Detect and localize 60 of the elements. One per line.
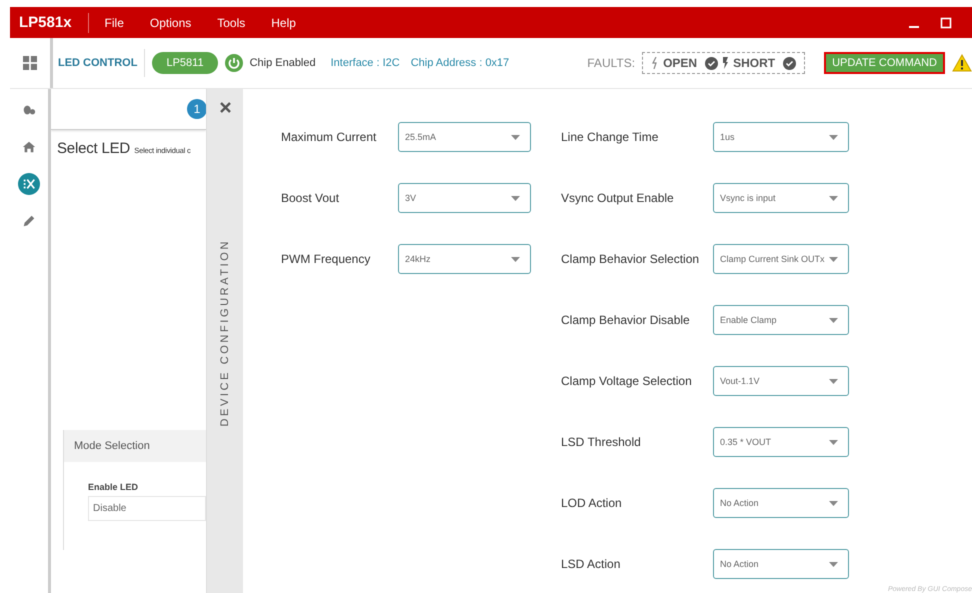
chip-status: Chip Enabled — [250, 57, 316, 69]
setting-label: Clamp Behavior Selection — [561, 252, 700, 266]
setting-dropdown[interactable]: Clamp Current Sink OUTx — [713, 244, 849, 274]
caret-icon — [829, 440, 838, 444]
fault-label: OPEN — [663, 56, 698, 70]
address-label: Chip Address : 0x17 — [410, 57, 510, 69]
setting-dropdown[interactable]: 24kHz — [398, 244, 531, 274]
setting-label: Clamp Behavior Disable — [561, 313, 691, 327]
setting-dropdown[interactable]: Vsync is input — [713, 183, 849, 213]
field-label: Enable LED — [88, 482, 140, 492]
check-icon — [783, 56, 796, 70]
bolt-icon — [722, 57, 730, 69]
interface-label: Interface : I2C — [330, 57, 400, 69]
caret-icon — [511, 134, 520, 140]
setting-label: LSD Action — [561, 557, 622, 571]
update-command-button[interactable]: UPDATE COMMAND — [824, 52, 945, 74]
setting-dropdown[interactable]: No Action — [713, 488, 849, 518]
menu-item[interactable]: Help — [271, 16, 296, 30]
section-title: LED CONTROL — [58, 57, 138, 69]
lightning-icon — [651, 57, 660, 69]
caret-icon — [829, 134, 838, 140]
maximize-icon[interactable] — [940, 16, 952, 28]
caret-icon — [829, 318, 838, 322]
device-badge: LP5811 — [152, 52, 218, 74]
fault-label: SHORT — [733, 56, 776, 70]
panel-title: Select LED — [57, 140, 130, 157]
setting-label: LSD Threshold — [561, 435, 642, 449]
faults-label: FAULTS: — [587, 56, 636, 70]
device-configuration-tab[interactable]: DEVICE CONFIGURATION — [219, 239, 231, 426]
caret-icon — [829, 500, 838, 506]
setting-dropdown[interactable]: Vout-1.1V — [713, 366, 849, 396]
menu-item[interactable]: Options — [150, 16, 192, 30]
window-title: LP581x — [19, 14, 72, 31]
menu-item[interactable]: Tools — [217, 16, 246, 30]
setting-dropdown[interactable]: No Action — [713, 549, 849, 579]
close-icon[interactable] — [220, 102, 230, 113]
setting-label: Maximum Current — [281, 130, 378, 144]
caret-icon — [511, 256, 520, 262]
setting-label: Line Change Time — [561, 130, 660, 144]
caret-icon — [829, 256, 838, 262]
caret-icon — [511, 196, 520, 200]
setting-label: Vsync Output Enable — [561, 191, 675, 205]
setting-label: Boost Vout — [281, 191, 340, 205]
setting-dropdown[interactable]: 25.5mA — [398, 122, 531, 152]
setting-dropdown[interactable]: 1us — [713, 122, 849, 152]
menu-item[interactable]: File — [104, 16, 124, 30]
check-icon — [705, 56, 718, 70]
enable-led-field[interactable]: Disable — [88, 496, 206, 521]
setting-label: Clamp Voltage Selection — [561, 374, 693, 388]
setting-label: PWM Frequency — [281, 252, 372, 266]
setting-dropdown[interactable]: 0.35 * VOUT — [713, 427, 849, 457]
count-badge: 1 — [187, 99, 206, 119]
card-title: Mode Selection — [64, 430, 206, 462]
setting-label: LOD Action — [561, 496, 623, 510]
caret-icon — [829, 378, 838, 384]
setting-dropdown[interactable]: 3V — [398, 183, 531, 213]
caret-icon — [829, 562, 838, 566]
setting-dropdown[interactable]: Enable Clamp — [713, 305, 849, 335]
cross-tool-icon[interactable] — [18, 173, 40, 195]
caret-icon — [829, 196, 838, 200]
